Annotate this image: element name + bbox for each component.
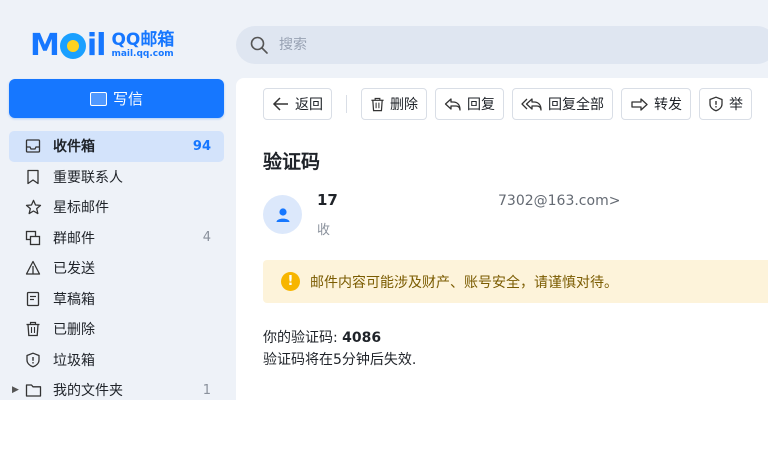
body-line-2: 验证码将在5分钟后失效. (263, 352, 417, 368)
reply-all-button[interactable]: 回复全部 (512, 88, 613, 120)
email-view: 返回 删除 回复 回复全部 转发 举 验证码 17 7302@163.com> … (236, 78, 768, 400)
toolbar-divider (346, 95, 347, 113)
unread-count: 94 (192, 138, 211, 154)
sidebar-item-spam[interactable]: 垃圾箱 (9, 345, 224, 376)
reply-button[interactable]: 回复 (435, 88, 504, 120)
recipient-label: 收 (317, 223, 331, 238)
forward-label: 转发 (654, 97, 682, 113)
logo-title: QQ邮箱 (111, 30, 175, 51)
report-spam-button[interactable]: 举 (699, 88, 752, 120)
logo-url: mail.qq.com (111, 49, 174, 60)
back-label: 返回 (295, 97, 323, 113)
report-spam-label: 举 (729, 97, 743, 113)
group-icon (24, 229, 42, 247)
folder-count: 1 (202, 382, 211, 398)
sidebar-item-label: 星标邮件 (53, 200, 109, 217)
sidebar-item-label: 已发送 (53, 261, 95, 278)
sender-avatar[interactable] (263, 195, 302, 234)
logo-mark: Mil (30, 28, 106, 63)
star-icon (24, 198, 42, 216)
sidebar-item-my-folders[interactable]: ▶ 我的文件夹 1 (9, 375, 224, 400)
sidebar-item-inbox[interactable]: 收件箱 94 (9, 131, 224, 162)
sidebar-item-starred[interactable]: 星标邮件 (9, 192, 224, 223)
verification-code: 4086 (342, 330, 382, 346)
search-input[interactable] (277, 36, 681, 54)
back-button[interactable]: 返回 (263, 88, 332, 120)
sender-name[interactable]: 17 (317, 191, 338, 209)
forward-button[interactable]: 转发 (621, 88, 691, 120)
search-bar[interactable] (236, 26, 768, 64)
arrow-left-icon (272, 97, 288, 111)
security-warning-banner: ! 邮件内容可能涉及财产、账号安全，请谨慎对待。 (263, 260, 768, 303)
search-icon (250, 36, 268, 54)
inbox-icon (24, 137, 42, 155)
expand-caret-icon[interactable]: ▶ (12, 385, 19, 395)
delete-button[interactable]: 删除 (361, 88, 427, 120)
sidebar-item-label: 收件箱 (53, 139, 95, 156)
compose-button[interactable]: 写信 (9, 79, 224, 118)
trash-icon (24, 320, 42, 338)
sidebar-item-label: 重要联系人 (53, 169, 123, 186)
mail-app: Mil QQ邮箱 mail.qq.com 写信 收件箱 94 重要联系人 (0, 0, 768, 400)
warning-text: 邮件内容可能涉及财产、账号安全，请谨慎对待。 (310, 274, 618, 291)
sidebar-item-group-mail[interactable]: 群邮件 4 (9, 223, 224, 254)
draft-icon (24, 290, 42, 308)
reply-label: 回复 (467, 97, 495, 113)
email-subject: 验证码 (263, 151, 321, 173)
sidebar-item-important-contacts[interactable]: 重要联系人 (9, 162, 224, 193)
group-count: 4 (202, 230, 211, 246)
reply-all-label: 回复全部 (548, 97, 604, 113)
sidebar-item-sent[interactable]: 已发送 (9, 253, 224, 284)
body-line-1: 你的验证码: 4086 (263, 327, 416, 349)
logo[interactable]: Mil QQ邮箱 mail.qq.com (30, 28, 174, 64)
compose-label: 写信 (112, 90, 143, 108)
bookmark-icon (24, 168, 42, 186)
sidebar-item-label: 我的文件夹 (53, 383, 123, 400)
warning-icon: ! (281, 272, 300, 291)
sidebar-item-label: 群邮件 (53, 230, 95, 247)
sidebar-item-label: 已删除 (53, 322, 95, 339)
sender-email[interactable]: 7302@163.com> (498, 193, 620, 209)
reply-all-icon (521, 97, 542, 111)
reply-icon (444, 97, 461, 111)
send-icon (24, 259, 42, 277)
code-prefix: 你的验证码: (263, 330, 343, 346)
sidebar-nav: 收件箱 94 重要联系人 星标邮件 群邮件 4 已发送 草稿箱 已删除 垃圾箱 … (9, 131, 224, 400)
email-body: 你的验证码: 4086 验证码将在5分钟后失效. (263, 327, 416, 371)
compose-icon (89, 91, 107, 106)
shield-icon (24, 351, 42, 369)
sidebar-item-label: 垃圾箱 (53, 352, 95, 369)
shield-icon (709, 96, 723, 112)
trash-icon (371, 97, 384, 111)
folder-icon (24, 381, 42, 399)
user-icon (276, 207, 289, 222)
forward-icon (631, 97, 648, 111)
sidebar-item-deleted[interactable]: 已删除 (9, 314, 224, 345)
sidebar-item-drafts[interactable]: 草稿箱 (9, 284, 224, 315)
email-toolbar: 返回 删除 回复 回复全部 转发 举 (263, 88, 760, 120)
delete-label: 删除 (390, 97, 418, 113)
sidebar-item-label: 草稿箱 (53, 291, 95, 308)
